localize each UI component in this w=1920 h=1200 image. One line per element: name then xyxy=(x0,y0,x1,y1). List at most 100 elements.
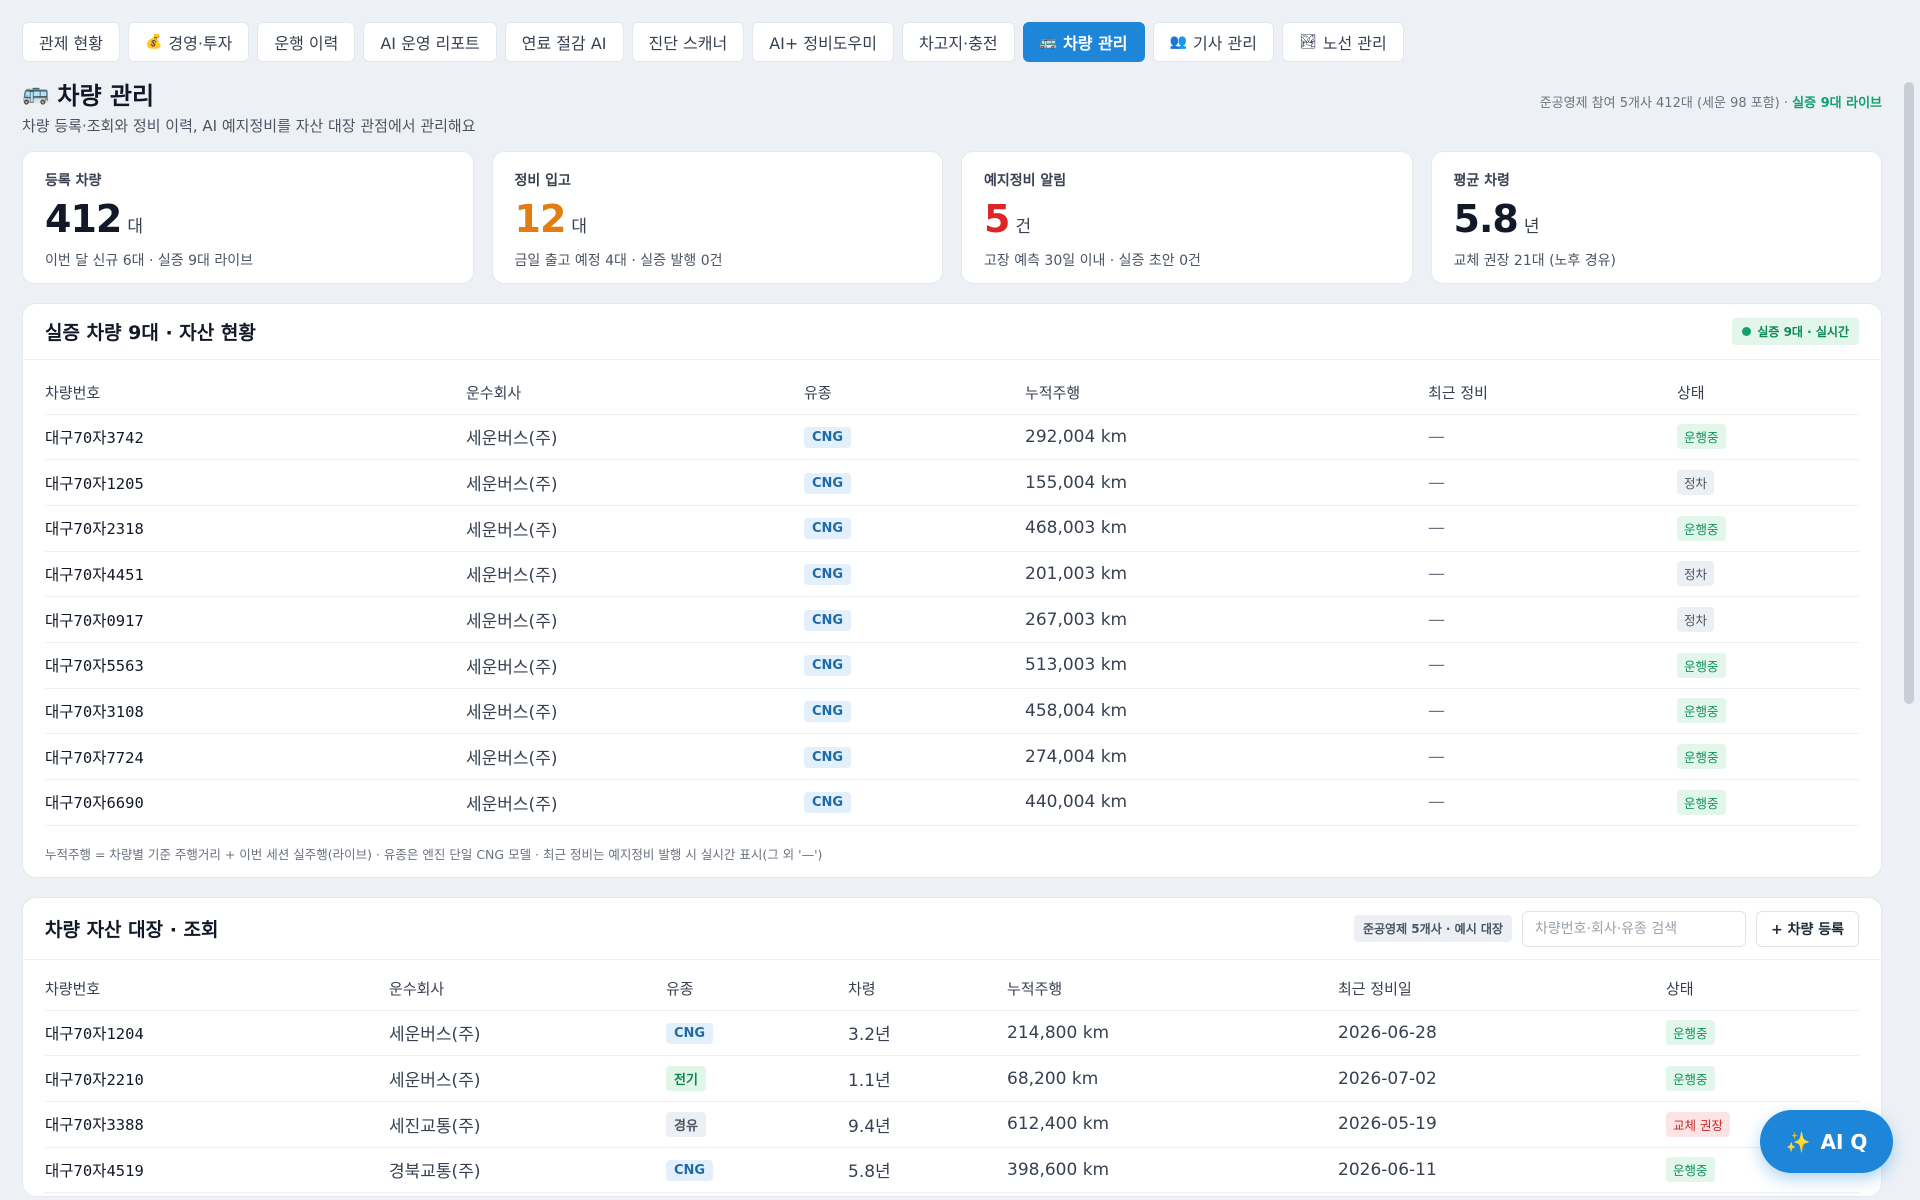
company-name: 세운버스(주) xyxy=(466,703,558,724)
card-header: 실증 차량 9대 · 자산 현황 실증 9대 · 실시간 xyxy=(23,304,1881,360)
page-subtitle: 차량 등록·조회와 정비 이력, AI 예지정비를 자산 대장 관점에서 관리해… xyxy=(22,117,476,135)
tab-label: 차량 관리 xyxy=(1063,34,1128,53)
tab-label: 연료 절감 AI xyxy=(521,34,607,53)
vehicle-age: 9.4년 xyxy=(848,1116,891,1137)
mileage-value: 513,003 km xyxy=(1025,655,1128,676)
table-row[interactable]: 대구70자0917 세운버스(주) CNG 267,003 km — 정차 xyxy=(45,596,1859,643)
mileage-value: 468,003 km xyxy=(1025,518,1128,539)
people-icon: 👥 xyxy=(1169,34,1187,50)
card-header: 차량 자산 대장 · 조회 준공영제 5개사 · 예시 대장 + 차량 등록 xyxy=(23,898,1881,960)
last-maintenance: — xyxy=(1428,792,1445,813)
column-header: 운수회사 xyxy=(466,360,804,415)
register-vehicle-button[interactable]: + 차량 등록 xyxy=(1756,910,1859,947)
kpi-value: 5.8 xyxy=(1453,197,1519,241)
status-badge: 운행중 xyxy=(1677,698,1726,724)
last-maintenance: — xyxy=(1428,518,1445,539)
table-row[interactable]: 대구70자6690 세운버스(주) CNG 440,004 km — 운행중 xyxy=(45,779,1859,826)
tab-management-investment[interactable]: 💰 경영·투자 xyxy=(127,22,250,62)
status-badge: 운행중 xyxy=(1677,744,1726,770)
scrollbar[interactable] xyxy=(1904,82,1914,704)
company-name: 세진교통(주) xyxy=(389,1116,481,1137)
kpi-label: 정비 입고 xyxy=(514,173,571,189)
ai-q-button[interactable]: ✨ AI Q xyxy=(1760,1110,1893,1173)
last-maintenance-date: 2026-07-02 xyxy=(1338,1068,1437,1089)
status-badge: 정차 xyxy=(1677,470,1715,496)
fuel-badge: CNG xyxy=(666,1159,714,1181)
status-badge: 정차 xyxy=(1677,607,1715,633)
tab-driver-management[interactable]: 👥 기사 관리 xyxy=(1152,22,1274,62)
tab-fuel-saving-ai[interactable]: 연료 절감 AI xyxy=(504,22,624,62)
tab-diagnostic-scanner[interactable]: 진단 스캐너 xyxy=(631,22,745,62)
company-name: 세운버스(주) xyxy=(466,475,558,496)
table-row[interactable]: 대구70자3108 세운버스(주) CNG 458,004 km — 운행중 xyxy=(45,688,1859,735)
plate-number: 대구70자4451 xyxy=(45,565,144,584)
tab-route-management[interactable]: 🏞 노선 관리 xyxy=(1281,22,1404,62)
table-row[interactable]: 대구70자1205 세운버스(주) CNG 155,004 km — 정차 xyxy=(45,459,1859,506)
company-name: 세운버스(주) xyxy=(466,612,558,633)
table-row[interactable]: 대구70자5563 세운버스(주) CNG 513,003 km — 운행중 xyxy=(45,642,1859,689)
last-maintenance: — xyxy=(1428,472,1445,493)
kpi-unit: 대 xyxy=(127,217,143,237)
mileage-value: 201,003 km xyxy=(1025,563,1128,584)
fleet-summary-text: 준공영제 참여 5개사 412대 (세운 98 포함) · xyxy=(1539,96,1793,111)
live-fleet-card: 실증 차량 9대 · 자산 현황 실증 9대 · 실시간 차량번호 운수회사 유… xyxy=(22,303,1882,878)
table-row[interactable]: 대구70자3742 세운버스(주) CNG 292,004 km — 운행중 xyxy=(45,414,1859,461)
table-row[interactable]: 대구70자3388 세진교통(주) 경유 9.4년 612,400 km 2026-05-… xyxy=(45,1101,1859,1148)
fuel-badge: CNG xyxy=(804,518,852,540)
kpi-unit: 대 xyxy=(571,217,588,237)
kpi-predictive-alerts: 예지정비 알림 5건 고장 예측 30일 이내 · 실증 초안 0건 xyxy=(961,151,1413,284)
kpi-unit: 년 xyxy=(1523,217,1540,237)
mileage-value: 398,600 km xyxy=(1007,1159,1110,1180)
sparkles-icon: ✨ xyxy=(1785,1129,1811,1154)
tab-label: 운행 이력 xyxy=(274,34,339,53)
table-row[interactable]: 대구70자2210 세운버스(주) 전기 1.1년 68,200 km 2026-07-0… xyxy=(45,1055,1859,1102)
mileage-value: 458,004 km xyxy=(1025,700,1128,721)
company-name: 세운버스(주) xyxy=(466,520,558,541)
column-header: 최근 정비일 xyxy=(1338,960,1666,1011)
table-row[interactable]: 대구70자4451 세운버스(주) CNG 201,003 km — 정차 xyxy=(45,551,1859,598)
status-badge: 운행중 xyxy=(1677,515,1726,541)
tab-ai-maintenance-helper[interactable]: AI+ 정비도우미 xyxy=(752,22,894,62)
tab-control-status[interactable]: 관제 현황 xyxy=(22,22,120,62)
tab-operation-history[interactable]: 운행 이력 xyxy=(257,22,356,62)
search-input[interactable] xyxy=(1522,910,1746,947)
kpi-label: 등록 차량 xyxy=(45,173,102,189)
plate-number: 대구70자5563 xyxy=(45,657,144,676)
company-name: 세운버스(주) xyxy=(466,566,558,587)
column-header: 운수회사 xyxy=(389,960,666,1011)
company-name: 세운버스(주) xyxy=(389,1025,481,1046)
status-badge: 운행중 xyxy=(1677,789,1726,815)
fuel-badge: CNG xyxy=(804,609,852,631)
vehicle-age: 3.2년 xyxy=(848,1025,891,1046)
kpi-value: 412 xyxy=(45,197,122,241)
kpi-value: 12 xyxy=(514,197,567,241)
mileage-value: 267,003 km xyxy=(1025,609,1128,630)
fuel-badge: CNG xyxy=(804,746,852,768)
plate-number: 대구70자2318 xyxy=(45,520,144,539)
column-header: 상태 xyxy=(1666,960,1859,1011)
ledger-toolbar: 준공영제 5개사 · 예시 대장 + 차량 등록 xyxy=(1353,910,1859,947)
tab-vehicle-management[interactable]: 🚌 차량 관리 xyxy=(1022,22,1145,62)
company-name: 경북교통(주) xyxy=(389,1162,481,1183)
table-row[interactable]: 대구70자2318 세운버스(주) CNG 468,003 km — 운행중 xyxy=(45,505,1859,552)
fuel-badge: 전기 xyxy=(666,1066,706,1092)
tab-label: AI 운영 리포트 xyxy=(380,34,480,53)
kpi-sub: 이번 달 신규 6대 · 실증 9대 라이브 xyxy=(45,253,253,269)
tab-depot-charging[interactable]: 차고지·충전 xyxy=(901,22,1015,62)
tab-ai-report[interactable]: AI 운영 리포트 xyxy=(363,22,497,62)
kpi-average-age: 평균 차령 5.8 년 교체 권장 21대 (노후 경유) xyxy=(1430,151,1882,284)
table-row[interactable]: 대구70자7724 세운버스(주) CNG 274,004 km — 운행중 xyxy=(45,733,1859,780)
status-badge: 교체 권장 xyxy=(1666,1111,1730,1137)
table-row[interactable]: 대구70자4519 경북교통(주) CNG 5.8년 398,600 km 2026-06… xyxy=(45,1147,1859,1194)
company-name: 세운버스(주) xyxy=(466,657,558,678)
fuel-badge: CNG xyxy=(804,426,852,448)
live-count: 실증 9대 라이브 xyxy=(1792,96,1882,111)
sample-ledger-badge: 준공영제 5개사 · 예시 대장 xyxy=(1353,915,1512,942)
mileage-value: 292,004 km xyxy=(1025,426,1128,447)
top-tab-bar: 관제 현황 💰 경영·투자 운행 이력 AI 운영 리포트 연료 절감 AI 진단… xyxy=(22,22,1404,62)
company-name: 세운버스(주) xyxy=(466,794,558,815)
tab-label: 진단 스캐너 xyxy=(648,34,728,53)
fleet-summary: 준공영제 참여 5개사 412대 (세운 98 포함) · 실증 9대 라이브 xyxy=(1540,92,1882,111)
card-title: 차량 자산 대장 · 조회 xyxy=(45,919,219,941)
table-row[interactable]: 대구70자1204 세운버스(주) CNG 3.2년 214,800 km 2026-06… xyxy=(45,1010,1859,1057)
